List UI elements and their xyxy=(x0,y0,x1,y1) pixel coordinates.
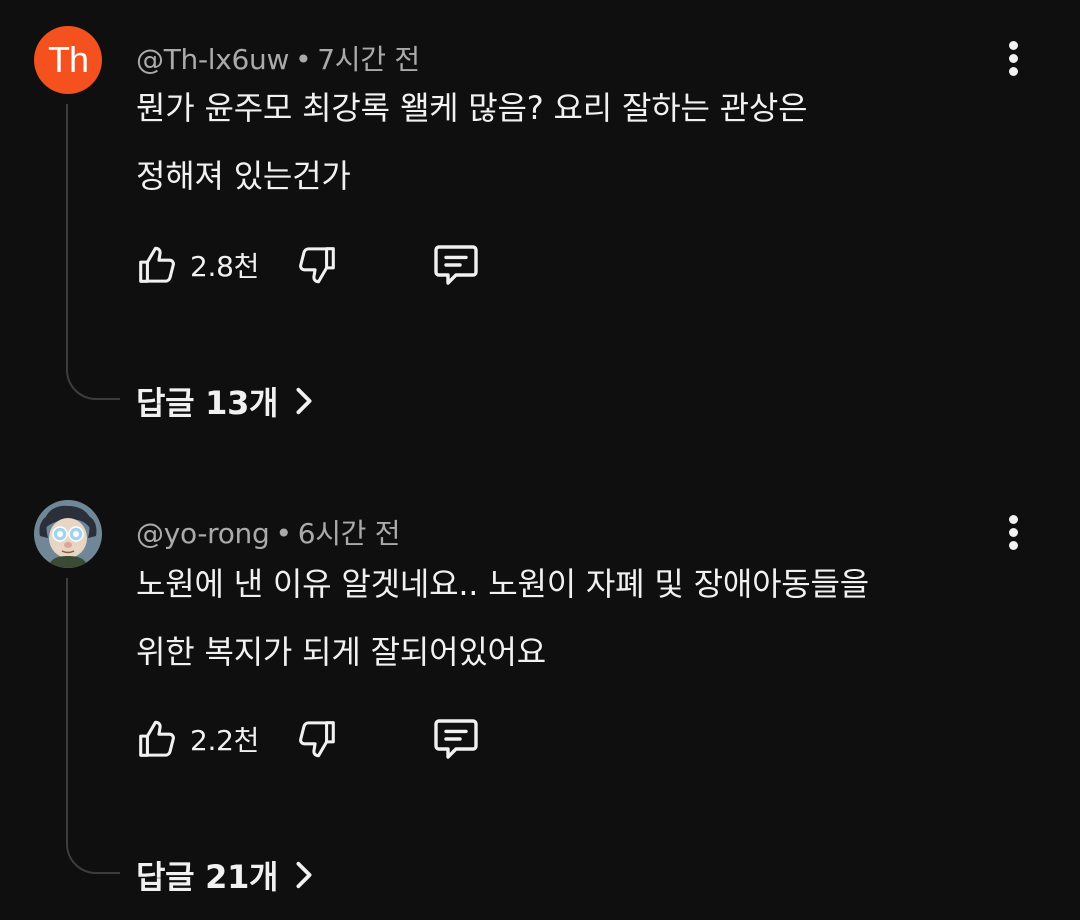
comment-actions: 2.8천 xyxy=(134,240,534,290)
author-handle[interactable]: @Th-lx6uw xyxy=(136,43,289,76)
comment-time: 6시간 전 xyxy=(297,517,401,550)
like-count: 2.8천 xyxy=(190,250,260,283)
avatar[interactable]: Th xyxy=(34,26,102,94)
thumbs-down-icon xyxy=(299,247,335,284)
dislike-button[interactable] xyxy=(294,714,340,764)
thumbs-down-icon xyxy=(299,721,335,758)
comment-text: 노원에 낸 이유 알겟네요.. 노원이 자폐 및 장애아동들을 위한 복지가 되… xyxy=(136,550,1016,686)
comment-meta: @yo-rong • 6시간 전 xyxy=(136,512,401,552)
like-button[interactable]: 2.8천 xyxy=(134,240,259,290)
more-vertical-icon xyxy=(1008,41,1018,50)
view-replies-button[interactable]: 답글 21개 xyxy=(136,850,314,900)
more-vertical-icon-dot xyxy=(1008,541,1018,550)
dislike-button[interactable] xyxy=(294,240,340,290)
chevron-right-icon xyxy=(294,860,314,890)
comment-icon xyxy=(434,719,478,759)
comment-time: 7시간 전 xyxy=(317,43,420,76)
more-vertical-icon-dot xyxy=(1008,54,1018,63)
comment-icon xyxy=(434,245,478,285)
avatar-initials: Th xyxy=(47,39,89,80)
comment-text-line: 위한 복지가 되게 잘되어있어요 xyxy=(136,633,547,671)
thumbs-up-icon xyxy=(139,720,175,757)
like-count: 2.2천 xyxy=(190,724,260,757)
avatar-image xyxy=(34,500,102,568)
author-handle[interactable]: @yo-rong xyxy=(136,517,270,550)
replies-label: 답글 21개 xyxy=(136,858,279,896)
comment-text: 뭔가 윤주모 최강록 왤케 많음? 요리 잘하는 관상은 정해져 있는건가 xyxy=(136,74,1016,210)
thread-line xyxy=(66,104,120,400)
view-replies-button[interactable]: 답글 13개 xyxy=(136,376,314,426)
chevron-right-icon xyxy=(294,386,314,416)
like-button[interactable]: 2.2천 xyxy=(134,714,259,764)
more-vertical-icon-dot xyxy=(1008,528,1018,537)
avatar[interactable] xyxy=(34,500,102,568)
more-vertical-icon xyxy=(1008,515,1018,524)
meta-separator: • xyxy=(275,517,292,550)
comment-text-line: 정해져 있는건가 xyxy=(136,157,351,195)
reply-button[interactable] xyxy=(430,714,482,764)
comment-text-line: 뭔가 윤주모 최강록 왤케 많음? 요리 잘하는 관상은 xyxy=(136,89,808,127)
thread-line xyxy=(66,578,120,874)
comment-text-line: 노원에 낸 이유 알겟네요.. 노원이 자폐 및 장애아동들을 xyxy=(136,565,870,603)
replies-label: 답글 13개 xyxy=(136,384,279,422)
comment-meta: @Th-lx6uw • 7시간 전 xyxy=(136,38,420,78)
thumbs-up-icon xyxy=(139,246,175,283)
meta-separator: • xyxy=(295,43,312,76)
reply-button[interactable] xyxy=(430,240,482,290)
comment-actions: 2.2천 xyxy=(134,714,534,764)
